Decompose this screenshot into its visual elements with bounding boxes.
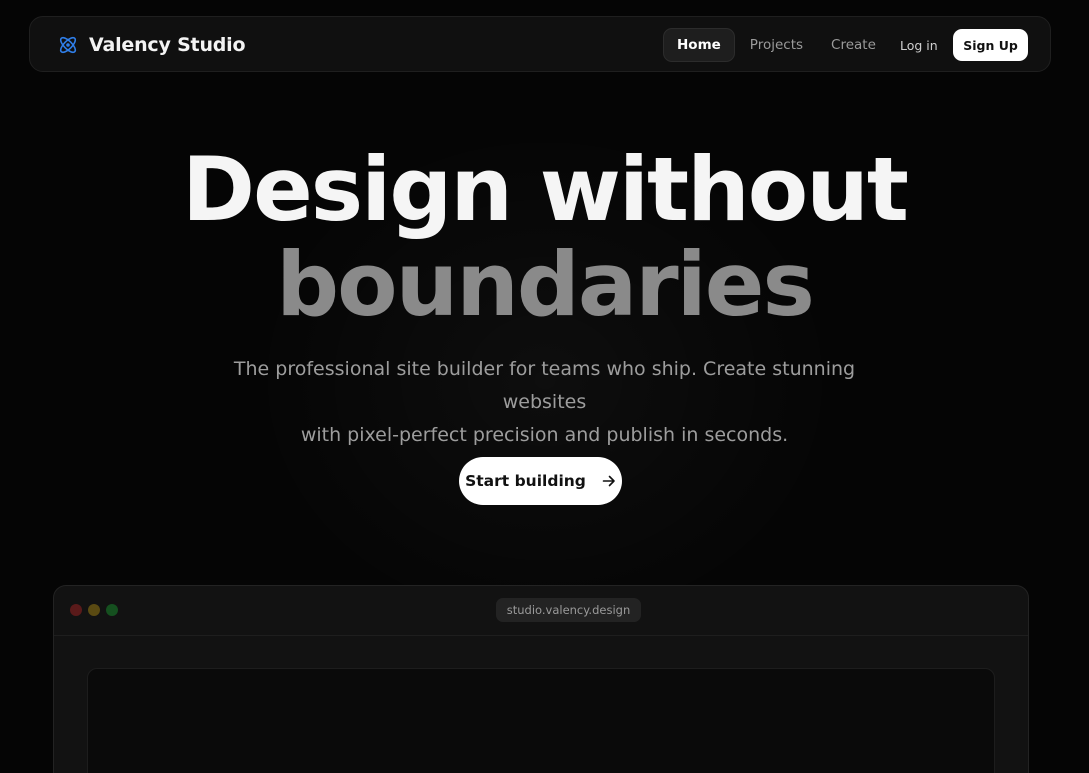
app-preview-window: studio.valency.design xyxy=(53,585,1029,773)
signup-button[interactable]: Sign Up xyxy=(953,29,1028,61)
hero-headline-primary: Design without xyxy=(182,138,909,241)
hero-subtitle: The professional site builder for teams … xyxy=(190,353,899,452)
brand-name: Valency Studio xyxy=(89,34,246,56)
nav-link-create[interactable]: Create xyxy=(818,28,889,62)
start-building-button[interactable]: Start building xyxy=(459,457,622,505)
preview-canvas xyxy=(87,668,995,773)
nav-link-projects[interactable]: Projects xyxy=(737,28,816,62)
window-maximize-dot xyxy=(106,604,118,616)
hero-subtitle-line-1: The professional site builder for teams … xyxy=(233,358,856,413)
hero-subtitle-line-2: with pixel-perfect precision and publish… xyxy=(300,424,789,446)
top-navbar: Valency Studio Home Projects Create Log … xyxy=(29,16,1051,72)
brand-logo-link[interactable]: Valency Studio xyxy=(57,17,246,73)
window-minimize-dot xyxy=(88,604,100,616)
nav-links: Home Projects Create xyxy=(663,28,891,62)
window-close-dot xyxy=(70,604,82,616)
nav-link-home[interactable]: Home xyxy=(663,28,735,62)
start-building-label: Start building xyxy=(465,472,586,490)
login-link[interactable]: Log in xyxy=(900,28,938,62)
arrow-right-icon xyxy=(602,474,616,488)
hero-headline-secondary: boundaries xyxy=(276,233,815,336)
preview-url-bar: studio.valency.design xyxy=(496,598,641,622)
atom-icon xyxy=(57,34,79,56)
preview-titlebar: studio.valency.design xyxy=(54,586,1028,636)
